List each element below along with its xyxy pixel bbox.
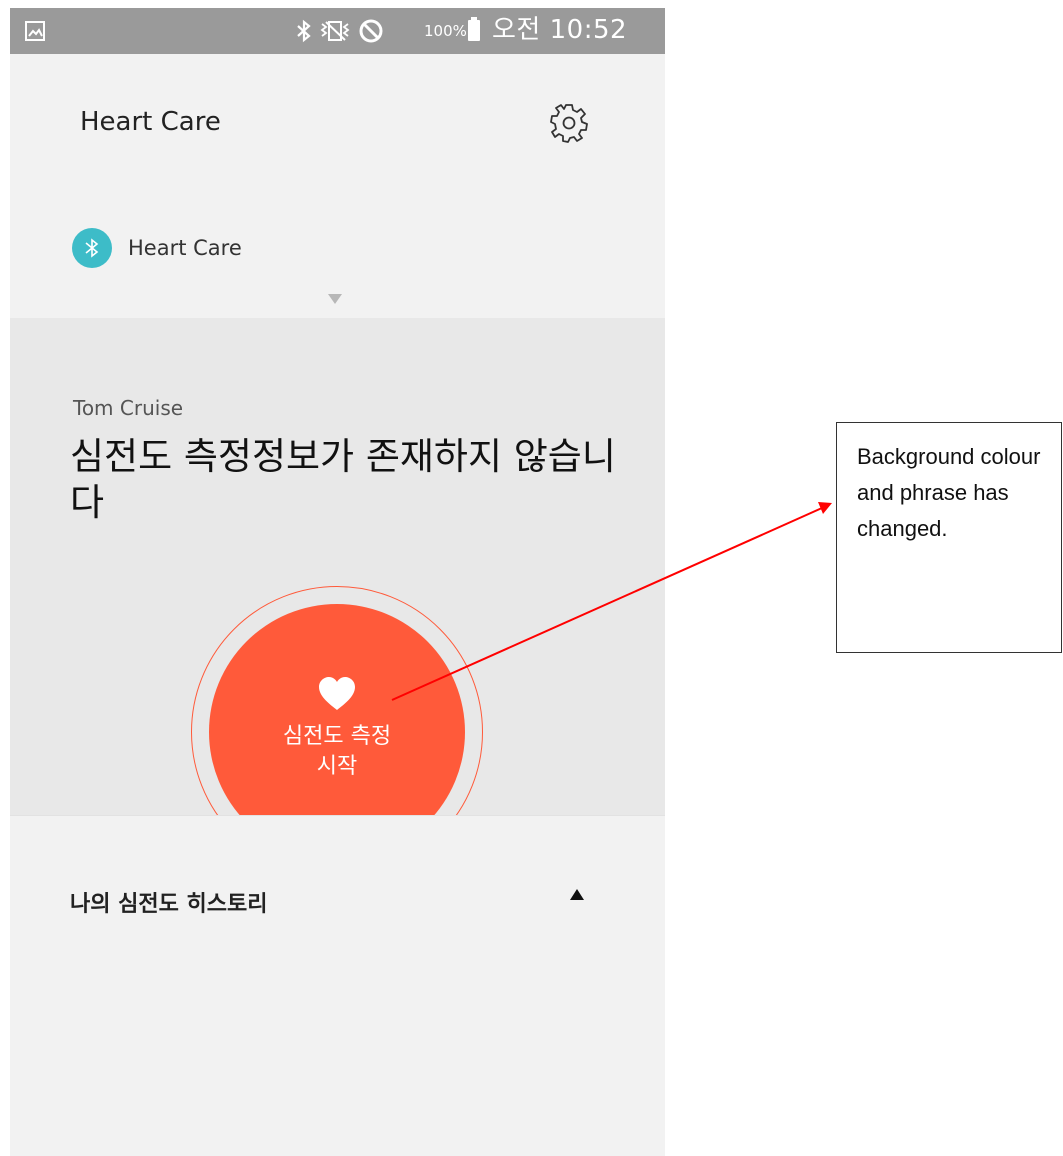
status-message: 심전도 측정정보가 존재하지 않습니다: [70, 435, 616, 524]
app-header: Heart Care: [10, 54, 665, 184]
device-selector[interactable]: Heart Care: [72, 226, 242, 270]
annotation-text: Background colour and phrase has changed…: [857, 444, 1041, 541]
status-bar: 100% 오전 10:52: [10, 8, 665, 54]
status-clock: 오전 10:52: [492, 15, 628, 45]
gallery-icon: [25, 21, 45, 41]
caret-down-icon[interactable]: [328, 294, 342, 304]
status-icons: [296, 18, 384, 44]
device-name: Heart Care: [128, 236, 242, 260]
measurement-panel: Tom Cruise 심전도 측정정보가 존재하지 않습니다 심전도 측정 시작: [10, 318, 665, 878]
callout-arrowhead: [818, 502, 832, 514]
phone-screen: 100% 오전 10:52 Heart Care Heart Care Tom …: [10, 8, 665, 1156]
user-name: Tom Cruise: [73, 396, 184, 420]
start-button-label: 심전도 측정 시작: [252, 722, 422, 782]
bluetooth-icon: [85, 238, 99, 258]
battery-icon: [468, 17, 480, 41]
annotation-callout: Background colour and phrase has changed…: [836, 422, 1062, 653]
start-button-line1: 심전도 측정: [282, 724, 392, 749]
app-title: Heart Care: [80, 107, 221, 137]
history-title: 나의 심전도 히스토리: [70, 892, 268, 917]
caret-up-icon[interactable]: [570, 889, 584, 900]
vibrate-icon: [320, 21, 350, 41]
battery-percent: 100%: [424, 22, 467, 40]
bluetooth-badge: [72, 228, 112, 268]
blocked-icon: [359, 19, 383, 43]
gear-icon[interactable]: [547, 101, 591, 145]
bluetooth-icon: [297, 19, 311, 43]
start-button-line2: 시작: [316, 754, 358, 779]
history-section[interactable]: 나의 심전도 히스토리: [10, 815, 665, 1156]
heart-icon: [319, 677, 355, 710]
